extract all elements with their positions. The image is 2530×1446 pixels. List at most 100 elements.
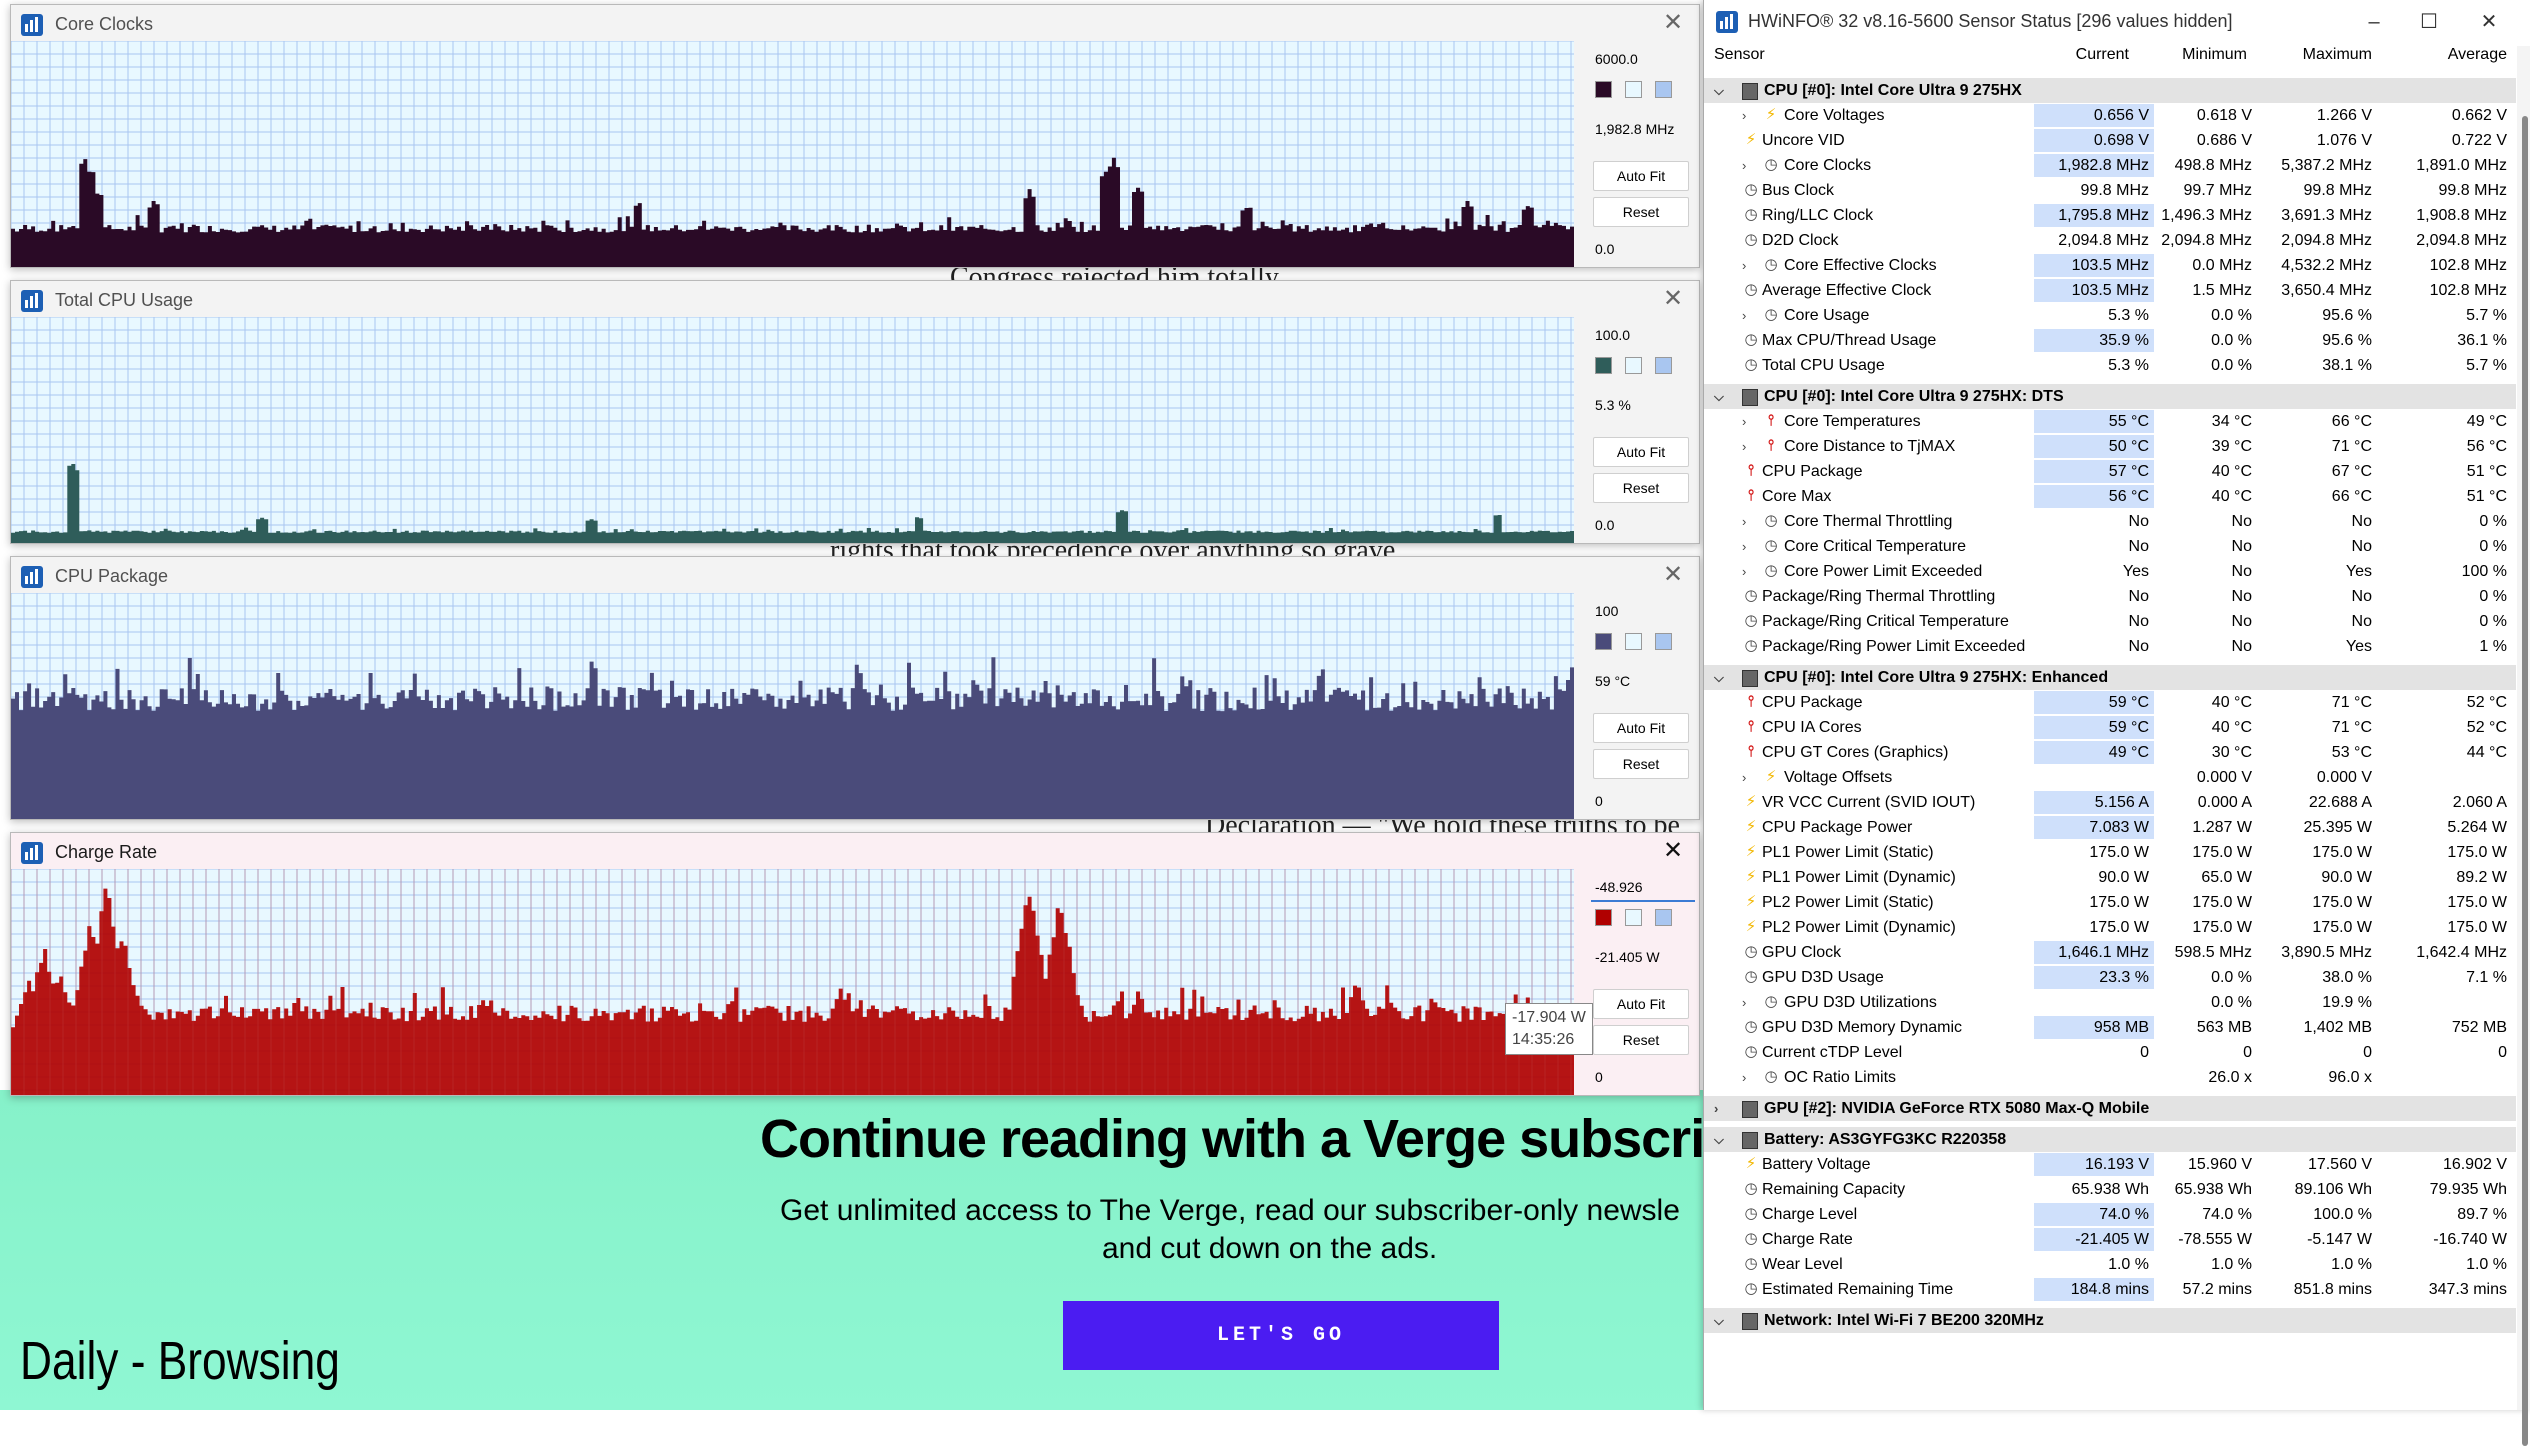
chevron-down-icon[interactable]: ⌵ (1714, 665, 1728, 690)
graph-titlebar[interactable]: Core Clocks ✕ (11, 5, 1699, 41)
chevron-down-icon[interactable]: ⌵ (1714, 78, 1728, 103)
chevron-right-icon[interactable]: › (1742, 990, 1756, 1015)
sensor-group-row[interactable]: ⌵ CPU [#0]: Intel Core Ultra 9 275HX (1704, 78, 2516, 103)
graph-color-swatch[interactable] (1595, 357, 1612, 374)
reset-button[interactable]: Reset (1593, 1025, 1689, 1055)
close-icon[interactable]: ✕ (1659, 9, 1687, 37)
sensor-row[interactable]: › ◷ OC Ratio Limits 26.0 x 96.0 x (1704, 1065, 2516, 1090)
sensor-row[interactable]: › ◷ Core Usage 5.3 % 0.0 % 95.6 % 5.7 % (1704, 303, 2516, 328)
chevron-right-icon[interactable]: › (1742, 253, 1756, 278)
graph-window[interactable]: CPU Package ✕ 100 59 °C Auto Fit Reset 0 (10, 556, 1700, 820)
chevron-right-icon[interactable]: › (1742, 509, 1756, 534)
graph-grid-swatch[interactable] (1655, 357, 1672, 374)
sensor-row[interactable]: ⚡ VR VCC Current (SVID IOUT) 5.156 A 0.0… (1704, 790, 2516, 815)
graph-grid-swatch[interactable] (1655, 633, 1672, 650)
chevron-right-icon[interactable]: › (1742, 765, 1756, 790)
sensor-row[interactable]: ⫯ CPU Package 59 °C 40 °C 71 °C 52 °C (1704, 690, 2516, 715)
sensor-row[interactable]: ⫯ CPU IA Cores 59 °C 40 °C 71 °C 52 °C (1704, 715, 2516, 740)
sensor-row[interactable]: › ⚡ Voltage Offsets 0.000 V 0.000 V (1704, 765, 2516, 790)
minimize-button[interactable]: – (2354, 6, 2394, 38)
scrollbar-thumb[interactable] (2522, 116, 2528, 1446)
sensor-row[interactable]: ◷ Remaining Capacity 65.938 Wh 65.938 Wh… (1704, 1177, 2516, 1202)
chevron-right-icon[interactable]: › (1742, 434, 1756, 459)
sensor-row[interactable]: ◷ Package/Ring Critical Temperature No N… (1704, 609, 2516, 634)
column-header-maximum[interactable]: Maximum (2267, 46, 2372, 64)
reset-button[interactable]: Reset (1593, 197, 1689, 227)
maximize-button[interactable]: ☐ (2409, 6, 2449, 38)
chevron-right-icon[interactable]: › (1742, 409, 1756, 434)
chevron-down-icon[interactable]: ⌵ (1714, 384, 1728, 409)
chevron-down-icon[interactable]: ⌵ (1714, 1308, 1728, 1333)
sensor-row[interactable]: ⚡ PL1 Power Limit (Dynamic) 90.0 W 65.0 … (1704, 865, 2516, 890)
sensor-row[interactable]: ⚡ Battery Voltage 16.193 V 15.960 V 17.5… (1704, 1152, 2516, 1177)
graph-grid-swatch[interactable] (1655, 81, 1672, 98)
close-icon[interactable]: ✕ (1659, 837, 1687, 865)
sensor-row[interactable]: ⚡ PL1 Power Limit (Static) 175.0 W 175.0… (1704, 840, 2516, 865)
sensor-row[interactable]: › ⫯ Core Distance to TjMAX 50 °C 39 °C 7… (1704, 434, 2516, 459)
column-header-current[interactable]: Current (2029, 46, 2129, 64)
auto-fit-button[interactable]: Auto Fit (1593, 161, 1689, 191)
graph-bg-swatch[interactable] (1625, 633, 1642, 650)
auto-fit-button[interactable]: Auto Fit (1593, 437, 1689, 467)
graph-window[interactable]: Charge Rate ✕ -48.926 -21.405 W Auto Fit… (10, 832, 1700, 1096)
column-header-average[interactable]: Average (2387, 46, 2507, 64)
graph-window[interactable]: Core Clocks ✕ 6000.0 1,982.8 MHz Auto Fi… (10, 4, 1700, 268)
lets-go-button[interactable]: LET'S GO (1063, 1301, 1499, 1370)
chevron-right-icon[interactable]: › (1742, 1065, 1756, 1090)
sensor-row[interactable]: ◷ Package/Ring Power Limit Exceeded No N… (1704, 634, 2516, 659)
sensor-row[interactable]: ⚡ PL2 Power Limit (Static) 175.0 W 175.0… (1704, 890, 2516, 915)
hwinfo-titlebar[interactable]: HWiNFO® 32 v8.16-5600 Sensor Status [296… (1704, 0, 2530, 44)
sensor-row[interactable]: ◷ Charge Rate -21.405 W -78.555 W -5.147… (1704, 1227, 2516, 1252)
sensor-row[interactable]: › ⚡ Core Voltages 0.656 V 0.618 V 1.266 … (1704, 103, 2516, 128)
chevron-down-icon[interactable]: ⌵ (1714, 1127, 1728, 1152)
graph-grid-swatch[interactable] (1655, 909, 1672, 926)
sensor-row[interactable]: ◷ Package/Ring Thermal Throttling No No … (1704, 584, 2516, 609)
auto-fit-button[interactable]: Auto Fit (1593, 713, 1689, 743)
sensor-row[interactable]: ◷ Max CPU/Thread Usage 35.9 % 0.0 % 95.6… (1704, 328, 2516, 353)
sensor-row[interactable]: ◷ Wear Level 1.0 % 1.0 % 1.0 % 1.0 % (1704, 1252, 2516, 1277)
sensor-row[interactable]: ◷ GPU D3D Usage 23.3 % 0.0 % 38.0 % 7.1 … (1704, 965, 2516, 990)
chevron-right-icon[interactable]: › (1742, 153, 1756, 178)
sensor-row[interactable]: ⫯ CPU Package 57 °C 40 °C 67 °C 51 °C (1704, 459, 2516, 484)
sensor-row[interactable]: ◷ Charge Level 74.0 % 74.0 % 100.0 % 89.… (1704, 1202, 2516, 1227)
column-header-sensor[interactable]: Sensor (1714, 46, 1765, 64)
sensor-group-row[interactable]: ⌵ CPU [#0]: Intel Core Ultra 9 275HX: DT… (1704, 384, 2516, 409)
sensor-row[interactable]: › ◷ GPU D3D Utilizations 0.0 % 19.9 % (1704, 990, 2516, 1015)
sensor-row[interactable]: ⚡ CPU Package Power 7.083 W 1.287 W 25.3… (1704, 815, 2516, 840)
graph-bg-swatch[interactable] (1625, 81, 1642, 98)
graph-color-swatch[interactable] (1595, 633, 1612, 650)
graph-color-swatch[interactable] (1595, 81, 1612, 98)
sensor-row[interactable]: ◷ Total CPU Usage 5.3 % 0.0 % 38.1 % 5.7… (1704, 353, 2516, 378)
chevron-right-icon[interactable]: › (1742, 559, 1756, 584)
sensor-row[interactable]: › ◷ Core Power Limit Exceeded Yes No Yes… (1704, 559, 2516, 584)
graph-titlebar[interactable]: Total CPU Usage ✕ (11, 281, 1699, 317)
graph-window[interactable]: Total CPU Usage ✕ 100.0 5.3 % Auto Fit R… (10, 280, 1700, 544)
close-icon[interactable]: ✕ (1659, 561, 1687, 589)
reset-button[interactable]: Reset (1593, 749, 1689, 779)
graph-titlebar[interactable]: CPU Package ✕ (11, 557, 1699, 593)
sensor-row[interactable]: › ◷ Core Critical Temperature No No No 0… (1704, 534, 2516, 559)
sensor-row[interactable]: ⫯ Core Max 56 °C 40 °C 66 °C 51 °C (1704, 484, 2516, 509)
sensor-row[interactable]: ◷ Average Effective Clock 103.5 MHz 1.5 … (1704, 278, 2516, 303)
sensor-row[interactable]: › ⫯ Core Temperatures 55 °C 34 °C 66 °C … (1704, 409, 2516, 434)
column-header-minimum[interactable]: Minimum (2147, 46, 2247, 64)
sensor-row[interactable]: ◷ Current cTDP Level 0 0 0 0 (1704, 1040, 2516, 1065)
sensor-group-row[interactable]: ⌵ Battery: AS3GYFG3KC R220358 (1704, 1127, 2516, 1152)
sensor-row[interactable]: ◷ D2D Clock 2,094.8 MHz 2,094.8 MHz 2,09… (1704, 228, 2516, 253)
sensor-row[interactable]: › ◷ Core Effective Clocks 103.5 MHz 0.0 … (1704, 253, 2516, 278)
sensor-row[interactable]: ⫯ CPU GT Cores (Graphics) 49 °C 30 °C 53… (1704, 740, 2516, 765)
sensor-row[interactable]: ◷ GPU Clock 1,646.1 MHz 598.5 MHz 3,890.… (1704, 940, 2516, 965)
chevron-right-icon[interactable]: › (1742, 303, 1756, 328)
graph-bg-swatch[interactable] (1625, 909, 1642, 926)
chevron-right-icon[interactable]: › (1742, 534, 1756, 559)
sensor-row[interactable]: ◷ GPU D3D Memory Dynamic 958 MB 563 MB 1… (1704, 1015, 2516, 1040)
close-icon[interactable]: ✕ (1659, 285, 1687, 313)
sensor-group-row[interactable]: › GPU [#2]: NVIDIA GeForce RTX 5080 Max-… (1704, 1096, 2516, 1121)
sensor-row[interactable]: ⚡ Uncore VID 0.698 V 0.686 V 1.076 V 0.7… (1704, 128, 2516, 153)
sensor-row[interactable]: ⚡ PL2 Power Limit (Dynamic) 175.0 W 175.… (1704, 915, 2516, 940)
chevron-right-icon[interactable]: › (1714, 1096, 1728, 1121)
graph-titlebar[interactable]: Charge Rate ✕ (11, 833, 1699, 869)
graph-bg-swatch[interactable] (1625, 357, 1642, 374)
sensor-row[interactable]: › ◷ Core Clocks 1,982.8 MHz 498.8 MHz 5,… (1704, 153, 2516, 178)
graph-color-swatch[interactable] (1595, 909, 1612, 926)
